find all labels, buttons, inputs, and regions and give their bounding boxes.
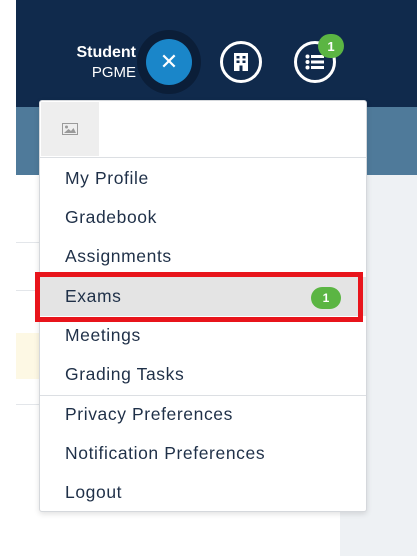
building-icon xyxy=(234,53,248,71)
menu-item-gradebook[interactable]: Gradebook xyxy=(40,198,366,237)
close-menu-button[interactable]: ✕ xyxy=(146,39,192,85)
user-name: Student xyxy=(76,44,136,61)
menu-item-my-profile[interactable]: My Profile xyxy=(40,159,366,198)
notification-badge: 1 xyxy=(318,34,344,58)
menu-item-label: Grading Tasks xyxy=(65,364,185,384)
highlight-annotation-box xyxy=(35,272,363,322)
menu-item-label: Privacy Preferences xyxy=(65,404,233,424)
close-icon: ✕ xyxy=(159,49,179,74)
avatar[interactable] xyxy=(41,102,99,156)
menu-item-logout[interactable]: Logout xyxy=(40,473,366,512)
menu-item-assignments[interactable]: Assignments xyxy=(40,237,366,276)
menu-item-label: Assignments xyxy=(65,246,172,266)
institution-button[interactable] xyxy=(220,41,262,83)
user-role: PGME xyxy=(91,64,136,81)
menu-item-label: Gradebook xyxy=(65,207,157,227)
menu-item-label: Notification Preferences xyxy=(65,443,266,463)
menu-divider xyxy=(40,157,366,158)
menu-item-label: Meetings xyxy=(65,325,141,345)
list-icon xyxy=(305,54,324,70)
menu-item-label: My Profile xyxy=(65,168,149,188)
image-placeholder-icon xyxy=(62,123,78,135)
menu-item-grading-tasks[interactable]: Grading Tasks xyxy=(40,355,366,394)
menu-item-privacy-preferences[interactable]: Privacy Preferences xyxy=(40,395,366,434)
menu-item-notification-preferences[interactable]: Notification Preferences xyxy=(40,434,366,473)
menu-item-label: Logout xyxy=(65,482,123,502)
